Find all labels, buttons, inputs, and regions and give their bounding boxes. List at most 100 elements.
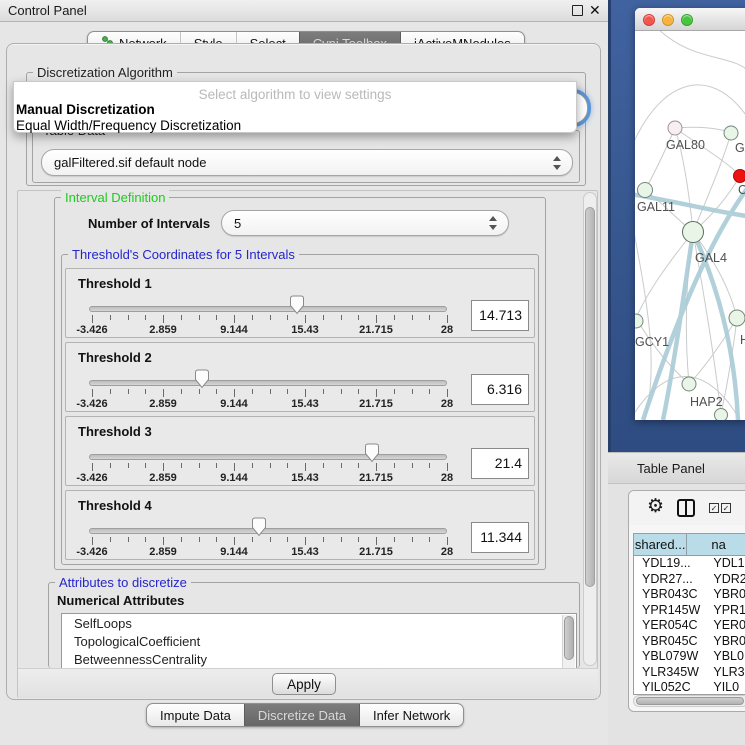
column-header-name[interactable]: na xyxy=(687,534,745,555)
network-canvas[interactable]: GAL80 GA C GAL11 GAL4 GCY1 H HAP2 xyxy=(635,31,745,420)
threshold-slider-track[interactable] xyxy=(89,306,447,312)
gear-icon[interactable]: ⚙ xyxy=(647,495,664,517)
table-row[interactable]: YIL052C YIL0 xyxy=(634,680,745,695)
cell-shared-name[interactable]: YBR045C xyxy=(634,634,707,650)
cell-shared-name[interactable]: YER054C xyxy=(634,618,707,634)
control-panel-titlebar: Control Panel ✕ xyxy=(0,0,608,22)
tick-label: 28 xyxy=(441,546,453,558)
attribute-item[interactable]: SelfLoops xyxy=(62,614,576,632)
network-window-titlebar[interactable] xyxy=(635,8,745,31)
cell-name[interactable]: YBL0 xyxy=(707,649,745,665)
attributes-list-scrollbar[interactable] xyxy=(562,615,575,669)
threshold-value-box[interactable]: 21.4 xyxy=(471,448,529,479)
discretization-algorithm-title: Discretization Algorithm xyxy=(33,65,177,80)
cell-name[interactable]: YIL0 xyxy=(707,680,745,695)
tick-mark xyxy=(128,315,129,320)
tick-mark xyxy=(447,537,448,545)
cell-shared-name[interactable]: YDR27... xyxy=(634,572,707,588)
cell-shared-name[interactable]: YPR145W xyxy=(634,603,707,619)
window-close-icon[interactable] xyxy=(643,14,655,26)
threshold-value-box[interactable]: 14.713 xyxy=(471,300,529,331)
window-minimize-icon[interactable] xyxy=(662,14,674,26)
threshold-label: Threshold 2 xyxy=(78,350,152,365)
tab-infer-network[interactable]: Infer Network xyxy=(359,704,463,726)
table-horizontal-scrollbar[interactable] xyxy=(633,695,745,707)
numerical-attributes-label: Numerical Attributes xyxy=(57,593,184,608)
tick-mark xyxy=(323,537,324,542)
scrollbar-thumb[interactable] xyxy=(636,697,744,705)
node-label: GA xyxy=(735,141,745,155)
algorithm-option-manual[interactable]: Manual Discretization xyxy=(14,102,576,118)
tick-mark xyxy=(163,463,164,471)
tick-label: 28 xyxy=(441,324,453,336)
tick-mark xyxy=(341,389,342,394)
checkbox-icon[interactable]: ✓ xyxy=(709,503,719,513)
node-attribute-table[interactable]: shared... na YDL19... YDL1 YDR27... YDR2… xyxy=(633,533,745,695)
tick-mark xyxy=(358,315,359,320)
apply-row: Apply xyxy=(18,668,598,698)
tick-mark xyxy=(323,315,324,320)
checkbox-icon[interactable]: ✓ xyxy=(721,503,731,513)
cell-shared-name[interactable]: YDL19... xyxy=(634,556,707,572)
cell-shared-name[interactable]: YLR345W xyxy=(634,665,707,681)
cell-name[interactable]: YDL1 xyxy=(707,556,745,572)
cell-name[interactable]: YDR2 xyxy=(707,572,745,588)
tick-label: -3.426 xyxy=(76,472,107,484)
tick-mark xyxy=(270,315,271,320)
apply-button[interactable]: Apply xyxy=(272,673,336,695)
column-header-shared-name[interactable]: shared... xyxy=(634,534,687,555)
table-data-select[interactable]: galFiltered.sif default node xyxy=(41,149,573,176)
threshold-slider-thumb[interactable] xyxy=(194,369,210,389)
cell-shared-name[interactable]: YBL079W xyxy=(634,649,707,665)
scrollbar-thumb[interactable] xyxy=(585,207,595,587)
float-window-icon[interactable] xyxy=(572,5,583,16)
scrollbar-thumb[interactable] xyxy=(564,616,574,660)
cell-name[interactable]: YPR1 xyxy=(707,603,745,619)
tick-label: -3.426 xyxy=(76,398,107,410)
table-row[interactable]: YER054C YER0 xyxy=(634,618,745,634)
numerical-attributes-list[interactable]: SelfLoopsTopologicalCoefficientBetweenne… xyxy=(61,613,577,669)
tab-impute-data[interactable]: Impute Data xyxy=(147,704,244,726)
threshold-slider-thumb[interactable] xyxy=(364,443,380,463)
threshold-slider-track[interactable] xyxy=(89,454,447,460)
threshold-slider-thumb[interactable] xyxy=(289,295,305,315)
split-columns-icon[interactable] xyxy=(677,499,695,517)
threshold-slider-thumb[interactable] xyxy=(251,517,267,537)
algorithm-option-equal-width[interactable]: Equal Width/Frequency Discretization xyxy=(14,118,576,134)
window-zoom-icon[interactable] xyxy=(681,14,693,26)
table-row[interactable]: YDR27... YDR2 xyxy=(634,572,745,588)
network-view-window[interactable]: GAL80 GA C GAL11 GAL4 GCY1 H HAP2 xyxy=(635,8,745,420)
threshold-label: Threshold 3 xyxy=(78,424,152,439)
tick-mark xyxy=(92,315,93,323)
cell-shared-name[interactable]: YIL052C xyxy=(634,680,707,695)
tick-mark xyxy=(145,463,146,468)
cell-name[interactable]: YER0 xyxy=(707,618,745,634)
threshold-slider-track[interactable] xyxy=(89,528,447,534)
threshold-value-box[interactable]: 11.344 xyxy=(471,522,529,553)
settings-vertical-scrollbar[interactable] xyxy=(583,192,597,666)
attribute-item[interactable]: TopologicalCoefficient xyxy=(62,632,576,650)
attribute-item[interactable]: BetweennessCentrality xyxy=(62,650,576,668)
cell-shared-name[interactable]: YBR043C xyxy=(634,587,707,603)
tick-label: 9.144 xyxy=(220,324,248,336)
table-row[interactable]: YLR345W YLR3 xyxy=(634,665,745,681)
number-of-intervals-select[interactable]: 5 xyxy=(221,210,509,236)
tab-label: Impute Data xyxy=(160,704,231,727)
table-row[interactable]: YPR145W YPR1 xyxy=(634,603,745,619)
cell-name[interactable]: YBR0 xyxy=(707,587,745,603)
tick-mark xyxy=(412,463,413,468)
algorithm-dropdown-hint: Select algorithm to view settings xyxy=(14,82,576,102)
table-row[interactable]: YDL19... YDL1 xyxy=(634,556,745,572)
interval-definition-title: Interval Definition xyxy=(61,190,169,205)
table-row[interactable]: YBR043C YBR0 xyxy=(634,587,745,603)
threshold-value-box[interactable]: 6.316 xyxy=(471,374,529,405)
tick-mark xyxy=(145,315,146,320)
tab-discretize-data[interactable]: Discretize Data xyxy=(244,704,359,726)
threshold-slider-track[interactable] xyxy=(89,380,447,386)
table-row[interactable]: YBL079W YBL0 xyxy=(634,649,745,665)
cell-name[interactable]: YLR3 xyxy=(707,665,745,681)
algorithm-dropdown-popup: Select algorithm to view settings Manual… xyxy=(13,81,577,133)
close-icon[interactable]: ✕ xyxy=(589,1,603,21)
table-row[interactable]: YBR045C YBR0 xyxy=(634,634,745,650)
cell-name[interactable]: YBR0 xyxy=(707,634,745,650)
